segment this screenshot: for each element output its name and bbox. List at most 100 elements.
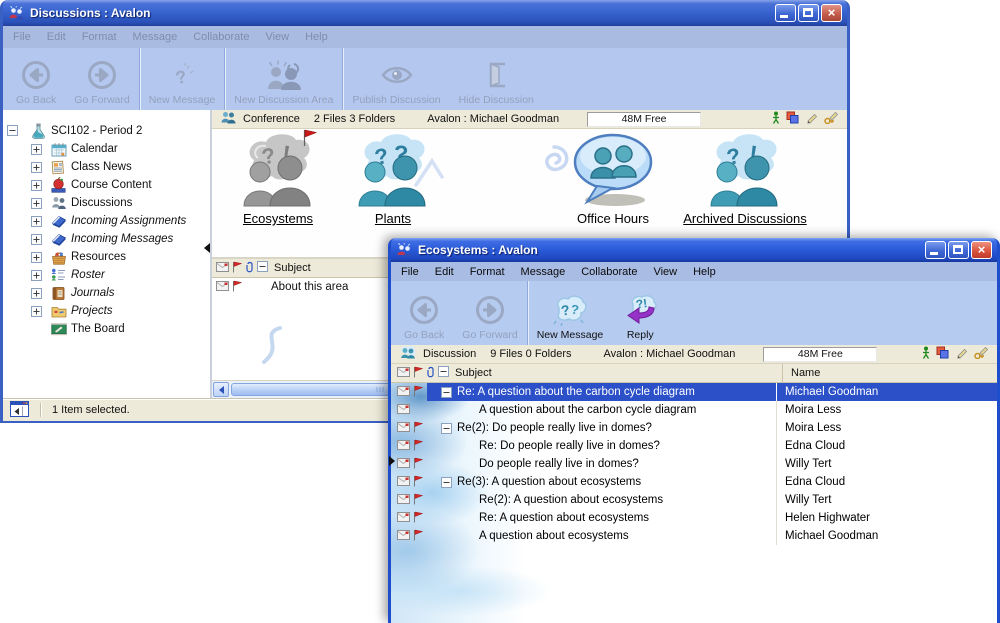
tree-item[interactable]: Course Content (3, 176, 210, 194)
pane-toggle-icon[interactable] (10, 401, 29, 420)
tree-item[interactable]: Journals (3, 284, 210, 302)
toolbar-button[interactable]: ?! Reply (612, 281, 668, 345)
window-title: Ecosystems : Avalon (418, 243, 925, 257)
menu-item[interactable]: Help (297, 30, 336, 44)
expand-icon[interactable] (31, 306, 42, 317)
toolbar-button[interactable]: ?? New Message (527, 281, 613, 345)
message-row[interactable]: Re: A question about ecosystems Helen Hi… (391, 509, 997, 527)
tree-item[interactable]: Resources (3, 248, 210, 266)
name-cell: Helen Highwater (776, 509, 997, 527)
ecosystems-titlebar[interactable]: Ecosystems : Avalon × (391, 238, 997, 262)
edit-pencil-icon[interactable] (805, 111, 818, 127)
subject-cell: Re(2): Do people really live in domes? (391, 419, 776, 437)
tree-item[interactable]: Discussions (3, 194, 210, 212)
splitter-collapse-arrow[interactable] (204, 243, 210, 253)
message-row[interactable]: Re: Do people really live in domes? Edna… (391, 437, 997, 455)
toolbar-button[interactable]: Hide Discussion (450, 48, 543, 110)
tree-item[interactable]: Calendar (3, 140, 210, 158)
permissions-pencil-icon[interactable] (974, 346, 989, 362)
tree-root-item[interactable]: SCI102 - Period 2 (3, 121, 210, 140)
subject-column-header[interactable]: Subject (274, 262, 311, 274)
expand-icon[interactable] (31, 216, 42, 227)
tree-item[interactable]: Incoming Messages (3, 230, 210, 248)
new-message-icon: ? (167, 57, 197, 93)
expand-icon[interactable] (31, 198, 42, 209)
conference-item[interactable]: ?! Archived Discussions (657, 133, 833, 226)
pages-icon[interactable] (936, 346, 949, 362)
tree-item[interactable]: The Board (3, 320, 210, 338)
message-row[interactable]: A question about the carbon cycle diagra… (391, 401, 997, 419)
expand-icon[interactable] (31, 270, 42, 281)
conference-item[interactable]: ?? Plants (340, 133, 446, 226)
envelope-icon (397, 458, 410, 471)
tree-item[interactable]: Class News (3, 158, 210, 176)
conference-item[interactable]: ?! Ecosystems (224, 133, 332, 226)
menu-item[interactable]: Message (125, 30, 186, 44)
minimize-button[interactable] (775, 4, 796, 22)
expand-icon[interactable] (31, 288, 42, 299)
collapse-icon[interactable] (7, 125, 18, 136)
menu-item[interactable]: File (5, 30, 39, 44)
menu-item[interactable]: Collaborate (185, 30, 257, 44)
discussions-titlebar[interactable]: Discussions : Avalon × (3, 0, 847, 26)
toolbar-button[interactable]: Go Forward (453, 281, 526, 345)
permissions-pencil-icon[interactable] (824, 111, 839, 127)
menu-item[interactable]: Help (685, 265, 724, 279)
message-row[interactable]: Do people really live in domes? Willy Te… (391, 455, 997, 473)
pages-icon[interactable] (786, 111, 799, 127)
tree-item-label: The Board (71, 323, 125, 335)
message-row[interactable]: Re: A question about the carbon cycle di… (391, 383, 997, 401)
expand-icon[interactable] (31, 144, 42, 155)
toolbar-button[interactable]: Go Back (7, 48, 65, 110)
subject-column-header[interactable]: Subject (455, 367, 492, 379)
minimize-button[interactable] (925, 241, 946, 259)
go-back-icon (408, 292, 440, 328)
message-row[interactable]: Re(3): A question about ecosystems Edna … (391, 473, 997, 491)
name-cell: Moira Less (776, 401, 997, 419)
menu-item[interactable]: File (393, 265, 427, 279)
menu-item[interactable]: Edit (39, 30, 74, 44)
maximize-button[interactable] (948, 241, 969, 259)
expand-icon[interactable] (31, 234, 42, 245)
close-button[interactable]: × (821, 4, 842, 22)
expand-icon[interactable] (31, 162, 42, 173)
toolbar-button[interactable]: Go Forward (65, 48, 138, 110)
toolbar-button[interactable]: Publish Discussion (342, 48, 449, 110)
thread-collapse-icon[interactable] (441, 477, 452, 488)
message-row[interactable]: A question about ecosystems Michael Good… (391, 527, 997, 545)
toolbar-button[interactable]: Go Back (395, 281, 453, 345)
menu-item[interactable]: View (257, 30, 297, 44)
collapse-all-icon[interactable] (257, 261, 268, 275)
menu-item[interactable]: Format (462, 265, 513, 279)
tree-item[interactable]: Roster (3, 266, 210, 284)
message-row[interactable]: Re(2): Do people really live in domes? M… (391, 419, 997, 437)
tree-item[interactable]: Projects (3, 302, 210, 320)
menu-item[interactable]: Message (513, 265, 574, 279)
menu-bar: FileEditFormatMessageCollaborateViewHelp (391, 262, 997, 281)
menu-item[interactable]: Edit (427, 265, 462, 279)
collapse-all-icon[interactable] (438, 366, 449, 380)
message-row[interactable]: Re(2): A question about ecosystems Willy… (391, 491, 997, 509)
edit-pencil-icon[interactable] (955, 346, 968, 362)
menu-item[interactable]: View (645, 265, 685, 279)
thread-collapse-icon[interactable] (441, 387, 452, 398)
splitter-collapse-arrow[interactable] (389, 456, 395, 466)
who-is-online-icon[interactable] (772, 111, 780, 127)
discussion-icon (399, 345, 417, 363)
maximize-button[interactable] (798, 4, 819, 22)
toolbar-button-label: Reply (627, 329, 654, 341)
expand-icon[interactable] (31, 252, 42, 263)
name-column-header[interactable]: Name (782, 364, 997, 382)
free-space-indicator: 48M Free (763, 347, 877, 362)
expand-icon[interactable] (31, 180, 42, 191)
basket-icon (50, 250, 67, 265)
who-is-online-icon[interactable] (922, 346, 930, 362)
toolbar-button[interactable]: ? New Message (139, 48, 225, 110)
close-button[interactable]: × (971, 241, 992, 259)
toolbar-button[interactable]: New Discussion Area (224, 48, 342, 110)
menu-item[interactable]: Format (74, 30, 125, 44)
menu-item[interactable]: Collaborate (573, 265, 645, 279)
scroll-left-button[interactable] (213, 382, 229, 397)
thread-collapse-icon[interactable] (441, 423, 452, 434)
tree-item[interactable]: Incoming Assignments (3, 212, 210, 230)
